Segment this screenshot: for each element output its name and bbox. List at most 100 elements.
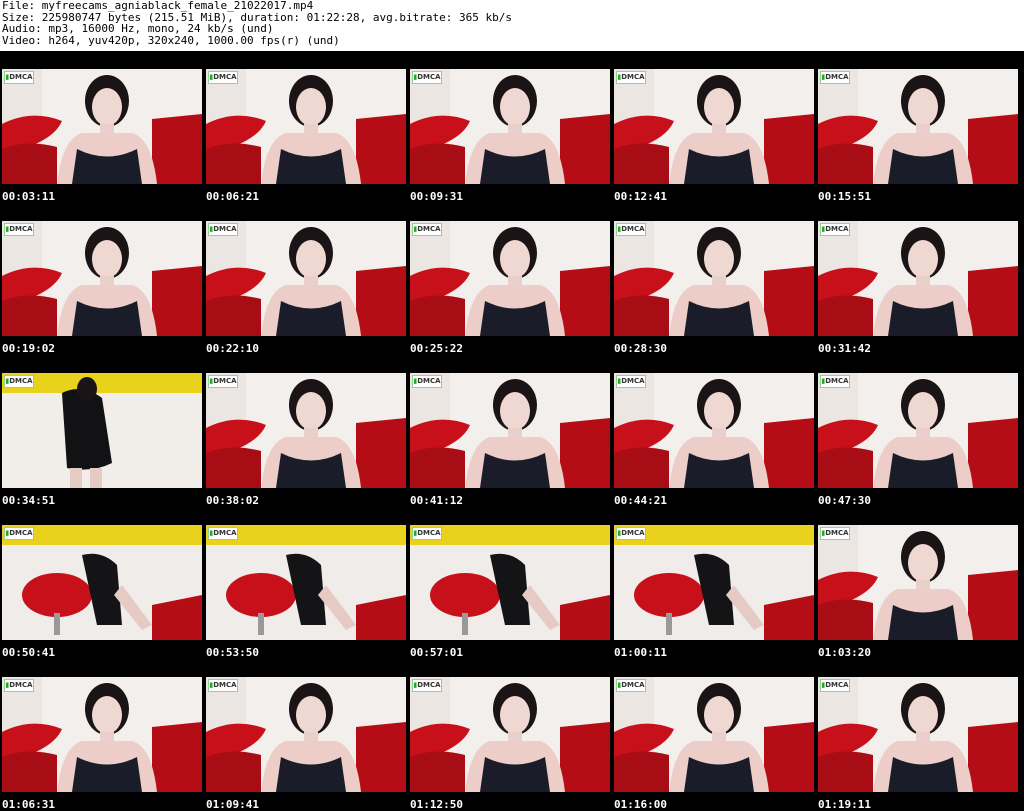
timestamp-label: 00:12:41 <box>614 190 667 203</box>
video-frame: ▮DMCA <box>2 525 202 640</box>
video-frame: ▮DMCA <box>410 677 610 792</box>
dmca-badge-label: DMCA <box>825 225 849 233</box>
dmca-badge-label: DMCA <box>213 377 237 385</box>
frame-image <box>818 221 1018 336</box>
thumbnail-cell: ▮DMCA 01:16:00 <box>612 659 816 811</box>
dmca-badge: ▮DMCA <box>412 527 442 540</box>
dmca-badge-label: DMCA <box>825 377 849 385</box>
frame-image <box>410 69 610 184</box>
frame-image <box>818 69 1018 184</box>
dmca-badge-label: DMCA <box>9 529 33 537</box>
video-frame: ▮DMCA <box>2 221 202 336</box>
frame-image <box>410 525 610 640</box>
timestamp-label: 01:00:11 <box>614 646 667 659</box>
dmca-badge: ▮DMCA <box>208 223 238 236</box>
thumbnail-cell: ▮DMCA 00:41:12 <box>408 355 612 507</box>
dmca-badge-label: DMCA <box>9 681 33 689</box>
dmca-badge-label: DMCA <box>825 681 849 689</box>
thumbnail-cell: ▮DMCA 00:22:10 <box>204 203 408 355</box>
thumbnail-cell: ▮DMCA 01:12:50 <box>408 659 612 811</box>
thumbnail-cell: ▮DMCA 01:00:11 <box>612 507 816 659</box>
thumbnail-cell: ▮DMCA 01:19:11 <box>816 659 1020 811</box>
video-frame: ▮DMCA <box>410 69 610 184</box>
thumbnail-cell: ▮DMCA 00:31:42 <box>816 203 1020 355</box>
frame-image <box>614 221 814 336</box>
video-frame: ▮DMCA <box>818 525 1018 640</box>
thumbnail-cell: ▮DMCA 01:03:20 <box>816 507 1020 659</box>
dmca-badge: ▮DMCA <box>820 71 850 84</box>
thumbnail-cell: ▮DMCA 00:25:22 <box>408 203 612 355</box>
frame-image <box>2 677 202 792</box>
thumbnail-grid: ▮DMCA 00:03:11 ▮DMCA 00:06:21 ▮DMCA 00:09:3… <box>0 51 1024 811</box>
video-frame: ▮DMCA <box>2 373 202 488</box>
dmca-badge: ▮DMCA <box>4 527 34 540</box>
video-frame: ▮DMCA <box>410 525 610 640</box>
frame-image <box>206 221 406 336</box>
frame-image <box>2 373 202 488</box>
dmca-badge-label: DMCA <box>417 377 441 385</box>
dmca-badge-label: DMCA <box>621 377 645 385</box>
timestamp-label: 00:47:30 <box>818 494 871 507</box>
frame-image <box>206 373 406 488</box>
frame-image <box>818 525 1018 640</box>
dmca-badge-label: DMCA <box>621 529 645 537</box>
frame-image <box>2 69 202 184</box>
timestamp-label: 00:41:12 <box>410 494 463 507</box>
dmca-badge-label: DMCA <box>213 73 237 81</box>
timestamp-label: 00:53:50 <box>206 646 259 659</box>
timestamp-label: 01:16:00 <box>614 798 667 811</box>
frame-image <box>410 221 610 336</box>
timestamp-label: 00:22:10 <box>206 342 259 355</box>
dmca-badge-label: DMCA <box>213 225 237 233</box>
frame-image <box>818 373 1018 488</box>
dmca-badge-label: DMCA <box>621 225 645 233</box>
thumbnail-cell: ▮DMCA 00:50:41 <box>0 507 204 659</box>
dmca-badge: ▮DMCA <box>208 679 238 692</box>
video-frame: ▮DMCA <box>818 69 1018 184</box>
thumbnail-cell: ▮DMCA 01:09:41 <box>204 659 408 811</box>
video-frame: ▮DMCA <box>614 525 814 640</box>
dmca-badge: ▮DMCA <box>208 527 238 540</box>
thumbnail-cell: ▮DMCA 00:34:51 <box>0 355 204 507</box>
dmca-badge: ▮DMCA <box>616 223 646 236</box>
dmca-badge-label: DMCA <box>417 681 441 689</box>
dmca-badge-label: DMCA <box>825 529 849 537</box>
video-frame: ▮DMCA <box>410 221 610 336</box>
video-frame: ▮DMCA <box>206 373 406 488</box>
dmca-badge: ▮DMCA <box>616 71 646 84</box>
timestamp-label: 00:28:30 <box>614 342 667 355</box>
timestamp-label: 00:44:21 <box>614 494 667 507</box>
dmca-badge: ▮DMCA <box>412 375 442 388</box>
dmca-badge: ▮DMCA <box>412 223 442 236</box>
thumbnail-cell: ▮DMCA 00:57:01 <box>408 507 612 659</box>
video-frame: ▮DMCA <box>818 677 1018 792</box>
dmca-badge: ▮DMCA <box>4 71 34 84</box>
dmca-badge: ▮DMCA <box>820 527 850 540</box>
dmca-badge-label: DMCA <box>417 73 441 81</box>
video-frame: ▮DMCA <box>614 221 814 336</box>
video-frame: ▮DMCA <box>206 69 406 184</box>
timestamp-label: 00:38:02 <box>206 494 259 507</box>
dmca-badge: ▮DMCA <box>820 375 850 388</box>
thumbnail-cell: ▮DMCA 00:12:41 <box>612 51 816 203</box>
video-frame: ▮DMCA <box>206 221 406 336</box>
dmca-badge: ▮DMCA <box>4 679 34 692</box>
timestamp-label: 01:03:20 <box>818 646 871 659</box>
audio-info-line: Audio: mp3, 16000 Hz, mono, 24 kb/s (und… <box>2 22 274 35</box>
timestamp-label: 00:15:51 <box>818 190 871 203</box>
timestamp-label: 00:57:01 <box>410 646 463 659</box>
timestamp-label: 00:19:02 <box>2 342 55 355</box>
thumbnail-cell: ▮DMCA 00:09:31 <box>408 51 612 203</box>
thumbnail-cell: ▮DMCA 00:15:51 <box>816 51 1020 203</box>
thumbnail-cell: ▮DMCA 00:44:21 <box>612 355 816 507</box>
thumbnail-cell: ▮DMCA 00:06:21 <box>204 51 408 203</box>
video-info-line: Video: h264, yuv420p, 320x240, 1000.00 f… <box>2 33 340 47</box>
dmca-badge-label: DMCA <box>417 529 441 537</box>
timestamp-label: 00:25:22 <box>410 342 463 355</box>
video-frame: ▮DMCA <box>818 373 1018 488</box>
frame-image <box>410 373 610 488</box>
dmca-badge-label: DMCA <box>9 225 33 233</box>
video-frame: ▮DMCA <box>614 373 814 488</box>
timestamp-label: 01:12:50 <box>410 798 463 811</box>
file-name-line: File: myfreecams_agniablack_female_21022… <box>2 0 314 12</box>
